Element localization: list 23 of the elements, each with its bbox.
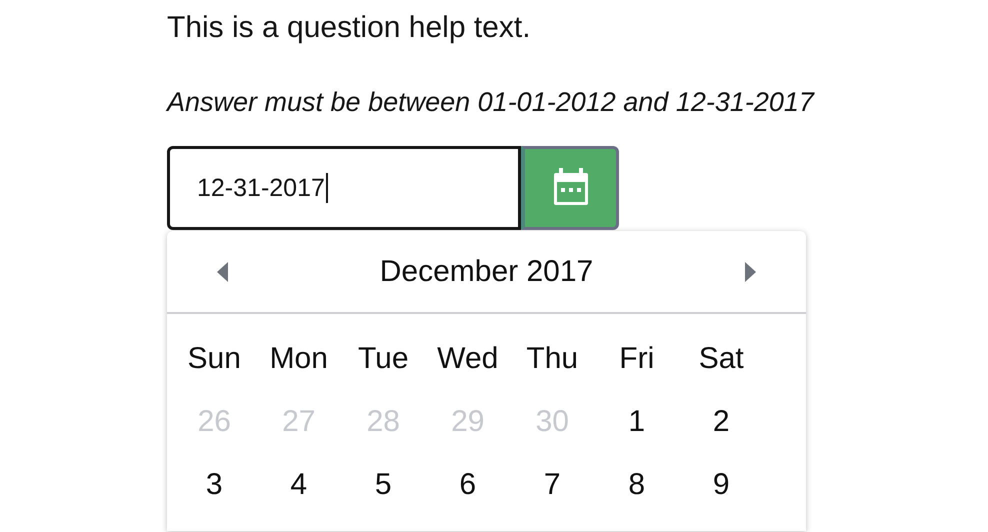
- help-text: This is a question help text.: [167, 10, 532, 46]
- date-field[interactable]: 12-31-2017: [167, 146, 521, 230]
- weekday-label: Wed: [436, 341, 500, 377]
- calendar-button[interactable]: [521, 146, 619, 230]
- day-cell[interactable]: 2: [679, 401, 764, 442]
- weekday-label: Thu: [525, 341, 580, 377]
- weekday-label: Tue: [356, 341, 410, 377]
- day-cell[interactable]: 3: [172, 464, 256, 505]
- day-cell[interactable]: 7: [510, 464, 594, 505]
- month-label: December 2017: [380, 254, 594, 288]
- previous-month-icon[interactable]: [217, 262, 229, 282]
- day-cell[interactable]: 9: [679, 464, 764, 505]
- day-cell[interactable]: 4: [256, 464, 341, 505]
- weekday-label: Sat: [698, 341, 745, 377]
- weekday-label: Fri: [618, 341, 656, 377]
- validation-text: Answer must be between 01-01-2012 and 12-31-2017: [167, 86, 816, 119]
- next-month-icon[interactable]: [744, 262, 756, 282]
- day-cell[interactable]: 1: [594, 401, 679, 442]
- weekday-label: Mon: [268, 341, 329, 377]
- day-cell[interactable]: 6: [426, 464, 510, 505]
- day-cell[interactable]: 8: [594, 464, 679, 505]
- day-cell[interactable]: 5: [341, 464, 426, 505]
- weekday-label: Sun: [186, 341, 242, 377]
